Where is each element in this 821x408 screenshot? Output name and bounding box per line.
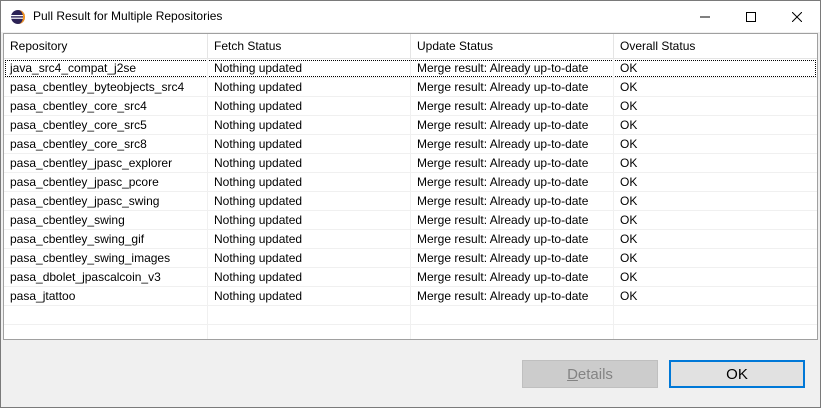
column-header-fetch-status[interactable]: Fetch Status <box>208 34 411 58</box>
table-row[interactable]: pasa_cbentley_core_src8 Nothing updated Me… <box>4 135 817 154</box>
table-row[interactable]: pasa_cbentley_swing Nothing updated Merge … <box>4 211 817 230</box>
overall-status-cell: OK <box>620 175 638 189</box>
repository-cell: pasa_cbentley_byteobjects_src4 <box>4 78 208 97</box>
overall-status-cell: OK <box>620 80 638 94</box>
update-status-cell <box>411 306 614 325</box>
overall-status-cell: OK <box>620 251 638 265</box>
title-bar[interactable]: Pull Result for Multiple Repositories <box>1 1 820 32</box>
fetch-status-cell: Nothing updated <box>208 59 411 78</box>
fetch-status-cell <box>208 306 411 325</box>
update-status-cell: Merge result: Already up-to-date <box>411 268 614 287</box>
column-header-overall-status[interactable]: Overall Status <box>614 34 817 58</box>
fetch-status-cell: Nothing updated <box>208 173 411 192</box>
fetch-status-cell: Nothing updated <box>208 211 411 230</box>
repository-cell: pasa_cbentley_swing_gif <box>4 230 208 249</box>
update-status-cell: Merge result: Already up-to-date <box>411 192 614 211</box>
repository-cell: pasa_jtattoo <box>4 287 208 306</box>
table-row[interactable]: pasa_cbentley_jpasc_explorer Nothing upda… <box>4 154 817 173</box>
fetch-status-cell: Nothing updated <box>208 268 411 287</box>
fetch-status-cell: Nothing updated <box>208 249 411 268</box>
overall-status-cell: OK <box>620 137 638 151</box>
overall-status-cell: OK <box>620 99 638 113</box>
repository-cell <box>4 306 208 325</box>
overall-status-cell: OK <box>620 194 638 208</box>
details-label: etails <box>577 365 613 383</box>
minimize-icon <box>700 16 710 17</box>
table-row[interactable]: pasa_cbentley_swing_images Nothing update… <box>4 249 817 268</box>
update-status-cell: Merge result: Already up-to-date <box>411 287 614 306</box>
fetch-status-cell: Nothing updated <box>208 78 411 97</box>
update-status-cell: Merge result: Already up-to-date <box>411 249 614 268</box>
table-row[interactable] <box>4 306 817 325</box>
repository-cell: pasa_cbentley_jpasc_explorer <box>4 154 208 173</box>
update-status-cell: Merge result: Already up-to-date <box>411 154 614 173</box>
table-row[interactable]: pasa_dbolet_jpascalcoin_v3 Nothing update… <box>4 268 817 287</box>
fetch-status-cell <box>208 325 411 339</box>
fetch-status-cell: Nothing updated <box>208 135 411 154</box>
minimize-button[interactable] <box>682 1 728 32</box>
overall-status-cell <box>614 325 817 339</box>
repository-cell: java_src4_compat_j2se <box>4 59 208 78</box>
table-body: java_src4_compat_j2se Nothing updated Merg… <box>4 59 817 339</box>
close-button[interactable] <box>774 1 820 32</box>
repository-cell: pasa_cbentley_jpasc_pcore <box>4 173 208 192</box>
column-header-update-status[interactable]: Update Status <box>411 34 614 58</box>
update-status-cell: Merge result: Already up-to-date <box>411 97 614 116</box>
repository-cell: pasa_cbentley_jpasc_swing <box>4 192 208 211</box>
results-table[interactable]: Repository Fetch Status Update Status Ov… <box>3 33 818 340</box>
fetch-status-cell: Nothing updated <box>208 97 411 116</box>
fetch-status-cell: Nothing updated <box>208 192 411 211</box>
overall-status-cell <box>614 306 817 325</box>
overall-status-cell: OK <box>620 156 638 170</box>
overall-status-cell: OK <box>620 289 638 303</box>
table-row[interactable]: pasa_cbentley_core_src4 Nothing updated Me… <box>4 97 817 116</box>
table-row[interactable]: pasa_cbentley_swing_gif Nothing updated Me… <box>4 230 817 249</box>
ok-button[interactable]: OK <box>669 360 805 388</box>
table-header: Repository Fetch Status Update Status Ov… <box>4 34 817 59</box>
repository-cell: pasa_cbentley_swing_images <box>4 249 208 268</box>
overall-status-cell: OK <box>620 118 638 132</box>
update-status-cell: Merge result: Already up-to-date <box>411 116 614 135</box>
fetch-status-cell: Nothing updated <box>208 116 411 135</box>
table-row[interactable]: pasa_cbentley_byteobjects_src4 Nothing up… <box>4 78 817 97</box>
update-status-cell: Merge result: Already up-to-date <box>411 135 614 154</box>
repository-cell: pasa_cbentley_core_src4 <box>4 97 208 116</box>
table-row[interactable]: pasa_cbentley_jpasc_swing Nothing updated… <box>4 192 817 211</box>
update-status-cell <box>411 325 614 339</box>
repository-cell: pasa_cbentley_core_src8 <box>4 135 208 154</box>
repository-cell: pasa_dbolet_jpascalcoin_v3 <box>4 268 208 287</box>
repository-cell: pasa_cbentley_core_src5 <box>4 116 208 135</box>
close-icon <box>792 11 802 22</box>
table-row[interactable]: pasa_jtattoo Nothing updated Merge result:… <box>4 287 817 306</box>
pull-result-dialog: Pull Result for Multiple Repositories Re… <box>0 0 821 408</box>
table-row[interactable]: java_src4_compat_j2se Nothing updated Merg… <box>4 59 817 78</box>
repository-cell: pasa_cbentley_swing <box>4 211 208 230</box>
update-status-cell: Merge result: Already up-to-date <box>411 173 614 192</box>
overall-status-cell: OK <box>620 61 638 75</box>
overall-status-cell: OK <box>620 213 638 227</box>
table-row[interactable] <box>4 325 817 339</box>
details-button[interactable]: Details <box>522 360 658 388</box>
maximize-icon <box>746 11 756 22</box>
update-status-cell: Merge result: Already up-to-date <box>411 78 614 97</box>
update-status-cell: Merge result: Already up-to-date <box>411 59 614 78</box>
window-title: Pull Result for Multiple Repositories <box>33 9 223 23</box>
maximize-button[interactable] <box>728 1 774 32</box>
update-status-cell: Merge result: Already up-to-date <box>411 211 614 230</box>
table-row[interactable]: pasa_cbentley_jpasc_pcore Nothing updated… <box>4 173 817 192</box>
repository-cell <box>4 325 208 339</box>
overall-status-cell: OK <box>620 232 638 246</box>
details-mnemonic: D <box>567 365 578 383</box>
eclipse-icon <box>10 9 26 25</box>
fetch-status-cell: Nothing updated <box>208 230 411 249</box>
table-row[interactable]: pasa_cbentley_core_src5 Nothing updated Me… <box>4 116 817 135</box>
fetch-status-cell: Nothing updated <box>208 287 411 306</box>
overall-status-cell: OK <box>620 270 638 284</box>
fetch-status-cell: Nothing updated <box>208 154 411 173</box>
update-status-cell: Merge result: Already up-to-date <box>411 230 614 249</box>
column-header-repository[interactable]: Repository <box>4 34 208 58</box>
